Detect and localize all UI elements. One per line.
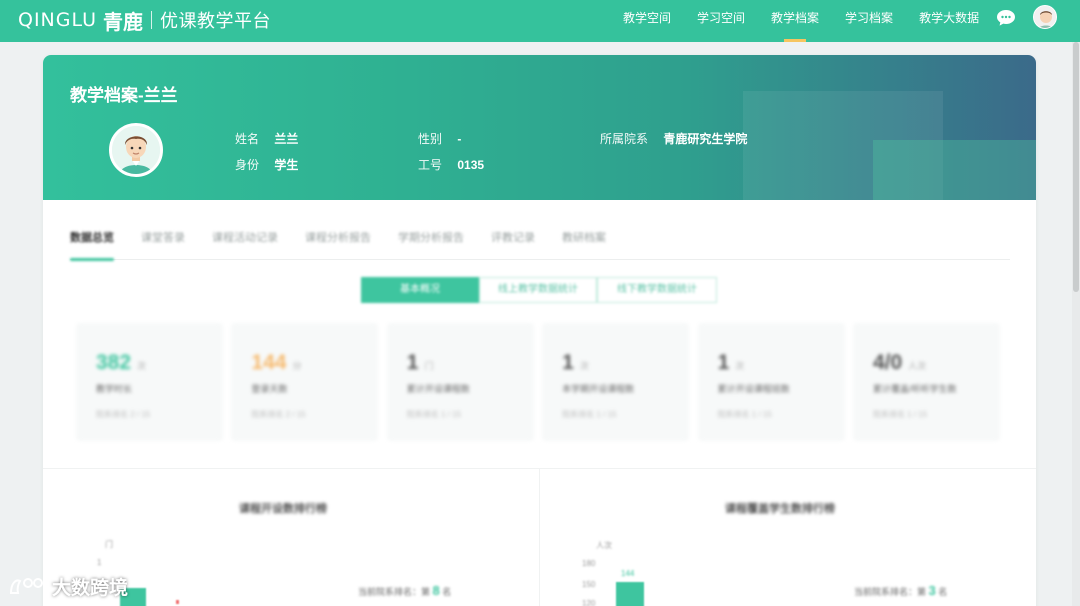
stat-description: 累计覆盖/听听学生数 bbox=[872, 384, 957, 394]
gender-label: 性别 bbox=[418, 132, 443, 146]
left-rank-line: 当前院系排名：第 8 名 bbox=[358, 583, 452, 598]
left-axis-unit: 门 bbox=[105, 540, 113, 549]
stat-value: 1次 bbox=[717, 351, 745, 374]
stat-description: 累计开设课程数 bbox=[406, 384, 470, 394]
course-count-ranking-title: 课程开设数排行榜 bbox=[239, 503, 327, 515]
stat-value: 1门 bbox=[406, 351, 434, 374]
college-value: 青鹿研究生学院 bbox=[663, 132, 748, 146]
main-nav: 教学空间 学习空间 教学档案 学习档案 教学大数据 bbox=[610, 0, 992, 42]
gender-field: 性别 - bbox=[418, 130, 461, 147]
stat-card: 4/0 人次 累计覆盖/听听学生数 院系排名 1 / 15 bbox=[852, 323, 1000, 441]
tab-course-report[interactable]: 课程分析报告 bbox=[305, 230, 371, 260]
page-scrollbar[interactable] bbox=[1072, 42, 1080, 606]
student-coverage-ranking-title: 课程覆盖学生数排行榜 bbox=[725, 503, 835, 515]
nav-teaching-space[interactable]: 教学空间 bbox=[610, 0, 684, 42]
right-rank-line: 当前院系排名：第 3 名 bbox=[854, 583, 948, 598]
platform-logo[interactable]: QINGLU 青鹿 优课教学平台 bbox=[18, 6, 271, 34]
name-label: 姓名 bbox=[235, 132, 260, 146]
watermark-text: 大数跨境 bbox=[52, 577, 129, 599]
stat-value: 1次 bbox=[562, 351, 589, 374]
id-field: 工号 0135 bbox=[418, 156, 484, 173]
stat-rank: 院系排名 1 / 15 bbox=[872, 410, 928, 419]
watermark: 大数跨境 bbox=[8, 573, 128, 599]
stat-rank: 院系排名 2 / 15 bbox=[251, 410, 306, 419]
nav-teaching-archive[interactable]: 教学档案 bbox=[758, 0, 832, 42]
stat-card: 1次 累计开设课程班数 院系排名 1 / 15 bbox=[697, 323, 845, 441]
nav-learning-space[interactable]: 学习空间 bbox=[684, 0, 758, 42]
segment-offline-stats[interactable]: 线下教学数据统计 bbox=[597, 277, 717, 303]
top-nav-bar: QINGLU 青鹿 优课教学平台 教学空间 学习空间 教学档案 学习档案 教学大… bbox=[0, 0, 1080, 42]
logo-divider bbox=[151, 11, 153, 29]
profile-banner: 教学档案-兰兰 姓名 兰兰 性别 - 所属院系 青鹿研究生学院 身份 学生 工号… bbox=[43, 55, 1036, 200]
banner-decoration bbox=[873, 140, 1036, 200]
stat-cards: 382 次 教学时长 院系排名 2 / 15 144 分 登录天数 院系排名 2 /… bbox=[76, 323, 1000, 441]
logo-english: QINGLU bbox=[18, 9, 98, 31]
name-field: 姓名 兰兰 bbox=[235, 130, 298, 147]
role-field: 身份 学生 bbox=[235, 156, 298, 173]
page-title: 教学档案-兰兰 bbox=[70, 86, 178, 105]
id-value: 0135 bbox=[457, 158, 485, 172]
stat-value: 144 分 bbox=[251, 351, 302, 374]
stat-card: 1门 累计开设课程数 院系排名 1 / 15 bbox=[386, 323, 534, 441]
id-label: 工号 bbox=[418, 158, 443, 172]
college-label: 所属院系 bbox=[600, 132, 649, 146]
nav-teaching-big-data[interactable]: 教学大数据 bbox=[906, 0, 992, 42]
right-axis-tick: 120 bbox=[582, 599, 596, 606]
archive-tabs: 数据总览 课堂答录 课程活动记录 课程分析报告 学期分析报告 评教记录 教研档案 bbox=[70, 230, 1010, 261]
tab-semester-report[interactable]: 学期分析报告 bbox=[398, 230, 464, 260]
segment-basic-overview[interactable]: 基本概况 bbox=[361, 277, 479, 303]
stat-rank: 院系排名 1 / 15 bbox=[562, 410, 617, 419]
right-axis-tick: 180 bbox=[582, 559, 596, 568]
right-axis-tick: 150 bbox=[582, 580, 596, 589]
platform-name: 优课教学平台 bbox=[160, 11, 272, 31]
stat-card: 1次 本学期开设课程数 院系排名 1 / 15 bbox=[542, 323, 690, 441]
role-label: 身份 bbox=[235, 158, 260, 172]
tab-classroom-record[interactable]: 课堂答录 bbox=[141, 230, 185, 260]
chart-marker bbox=[176, 600, 179, 604]
bar-value-label: 144 bbox=[621, 569, 635, 578]
tab-overview[interactable]: 数据总览 bbox=[70, 230, 114, 261]
tab-evaluation-record[interactable]: 评教记录 bbox=[491, 230, 535, 260]
chart-divider bbox=[539, 468, 540, 606]
role-value: 学生 bbox=[274, 158, 299, 172]
stat-rank: 院系排名 1 / 15 bbox=[717, 410, 772, 419]
stat-description: 累计开设课程班数 bbox=[717, 384, 790, 394]
chart-bar bbox=[616, 582, 644, 606]
college-field: 所属院系 青鹿研究生学院 bbox=[600, 130, 747, 147]
stat-card: 382 次 教学时长 院系排名 2 / 15 bbox=[76, 323, 223, 441]
chat-icon[interactable] bbox=[996, 9, 1016, 27]
nav-learning-archive[interactable]: 学习档案 bbox=[832, 0, 906, 42]
stat-value: 4/0 人次 bbox=[872, 351, 927, 374]
left-axis-tick: 1 bbox=[97, 558, 102, 567]
name-value: 兰兰 bbox=[274, 132, 299, 146]
teaching-archive-card: 教学档案-兰兰 姓名 兰兰 性别 - 所属院系 青鹿研究生学院 身份 学生 工号… bbox=[43, 55, 1036, 606]
gender-value: - bbox=[457, 132, 462, 146]
stat-description: 教学时长 bbox=[96, 384, 133, 394]
stat-rank: 院系排名 1 / 15 bbox=[406, 410, 462, 419]
segment-online-stats[interactable]: 线上教学数据统计 bbox=[479, 277, 597, 303]
logo-chinese: 青鹿 bbox=[103, 11, 144, 34]
stat-description: 登录天数 bbox=[251, 384, 288, 394]
watermark-logo-icon bbox=[9, 578, 43, 594]
stat-card: 144 分 登录天数 院系排名 2 / 15 bbox=[231, 323, 379, 441]
profile-avatar bbox=[109, 123, 163, 177]
stat-value: 382 次 bbox=[96, 351, 147, 374]
scrollbar-thumb[interactable] bbox=[1073, 42, 1079, 292]
stat-description: 本学期开设课程数 bbox=[562, 384, 635, 394]
data-type-switcher: 基本概况 线上教学数据统计 线下教学数据统计 bbox=[361, 277, 717, 303]
user-avatar-icon[interactable] bbox=[1033, 5, 1057, 29]
stat-rank: 院系排名 2 / 15 bbox=[96, 410, 151, 419]
right-axis-unit: 人次 bbox=[596, 541, 612, 550]
tab-course-activity[interactable]: 课程活动记录 bbox=[212, 230, 278, 260]
tab-research-archive[interactable]: 教研档案 bbox=[562, 230, 606, 260]
